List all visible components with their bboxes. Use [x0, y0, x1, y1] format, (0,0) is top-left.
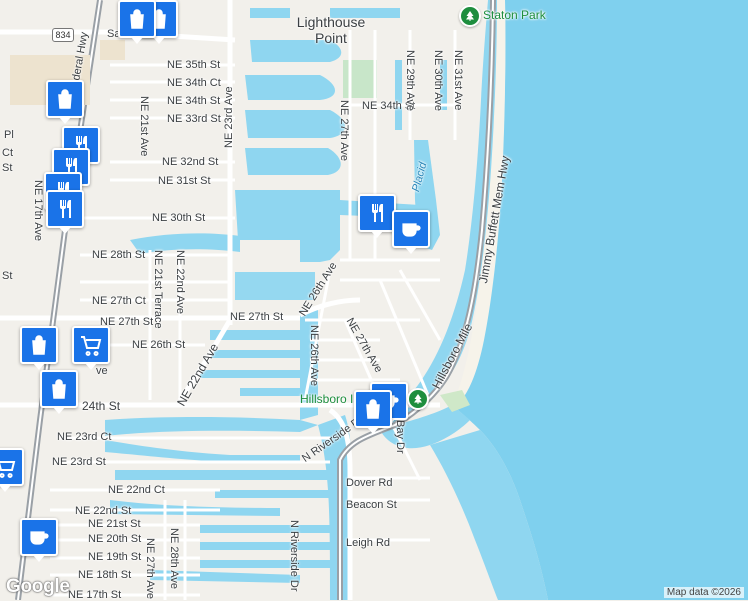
street-ne-34th-st: NE 34th St: [167, 95, 221, 107]
restaurant-icon[interactable]: [46, 190, 84, 234]
street-ne-27th-ct: NE 27th Ct: [92, 295, 146, 307]
street-pl-partial: Pl: [4, 129, 14, 141]
street-ne-33rd-st: NE 33rd St: [167, 113, 221, 125]
park-tree-icon[interactable]: [459, 5, 481, 27]
street-ne-22nd-ct: NE 22nd Ct: [108, 484, 165, 496]
street-st-partial-2: St: [2, 270, 13, 282]
street-ne-20th-st: NE 20th St: [88, 533, 142, 545]
street-ne-22nd-ave-north: NE 22nd Ave: [174, 250, 186, 315]
shopping-bag-icon[interactable]: [40, 370, 78, 414]
coffee-icon[interactable]: [392, 210, 430, 254]
coffee-icon[interactable]: [20, 518, 58, 562]
street-ne-29th-ave: NE 29th Ave: [404, 50, 416, 111]
street-ne-21st-terrace: NE 21st Terrace: [152, 250, 164, 329]
street-st-partial-1: St: [2, 162, 13, 174]
street-ne-32nd-st: NE 32nd St: [162, 156, 219, 168]
street-ne-30th-ave: NE 30th Ave: [432, 50, 444, 111]
street-24th-st: 24th St: [82, 399, 121, 413]
shopping-bag-icon[interactable]: [118, 0, 156, 44]
street-ne-30th-st: NE 30th St: [152, 212, 206, 224]
street-bay-dr: Bay Dr: [394, 420, 406, 454]
park-tree-icon[interactable]: [407, 388, 429, 410]
street-ne-28th-st: NE 28th St: [92, 249, 146, 261]
street-ne-17th-ave: NE 17th Ave: [32, 180, 44, 241]
grocery-cart-icon[interactable]: [72, 326, 110, 370]
street-ne-34th-ct: NE 34th Ct: [167, 77, 221, 89]
street-ne-19th-st: NE 19th St: [88, 551, 142, 563]
street-ne-31st-ave: NE 31st Ave: [452, 50, 464, 111]
grocery-cart-icon[interactable]: [0, 448, 24, 492]
street-ne-23rd-ct: NE 23rd Ct: [57, 431, 112, 443]
street-ne-22nd-st: NE 22nd St: [75, 505, 132, 517]
street-ve-partial: ve: [96, 365, 108, 377]
park-green: [343, 60, 377, 98]
street-ne-28th-ave-sw: NE 28th Ave: [168, 528, 180, 589]
street-ne-21st-ave: NE 21st Ave: [138, 96, 150, 157]
street-n-riverside-dr-south: N Riverside Dr: [288, 520, 300, 592]
map-attribution[interactable]: Map data ©2026: [663, 587, 744, 598]
street-leigh-rd: Leigh Rd: [346, 537, 391, 549]
street-ne-27th-ave-sw: NE 27th Ave: [144, 538, 156, 599]
street-ct-partial: Ct: [2, 147, 13, 159]
street-ne-35th-st: NE 35th St: [167, 59, 221, 71]
restaurant-icon[interactable]: [358, 194, 396, 238]
street-beacon-st: Beacon St: [346, 499, 397, 511]
google-logo: Google: [6, 576, 70, 597]
street-dover-rd: Dover Rd: [346, 477, 393, 489]
street-ne-27th-st-east: NE 27th St: [230, 311, 284, 323]
city-label-line1: Lighthouse: [296, 14, 366, 30]
street-ne-23rd-ave: NE 23rd Ave: [223, 86, 235, 148]
shopping-bag-icon[interactable]: [20, 326, 58, 370]
street-ne-26th-st: NE 26th St: [132, 339, 186, 351]
shopping-bag-icon[interactable]: [46, 80, 84, 124]
street-ne-26th-ave-south: NE 26th Ave: [308, 325, 320, 386]
street-ne-21st-st: NE 21st St: [88, 518, 141, 530]
street-ne-23rd-st: NE 23rd St: [52, 456, 106, 468]
street-ne-18th-st: NE 18th St: [78, 569, 132, 581]
route-shield-834: 834: [52, 28, 74, 42]
park-label-staton: Staton Park: [483, 8, 546, 22]
street-ne-27th-ave-north: NE 27th Ave: [338, 100, 350, 161]
street-ne-17th-st: NE 17th St: [68, 589, 122, 601]
shopping-bag-icon[interactable]: [354, 390, 392, 434]
city-label-line2: Point: [315, 30, 347, 46]
street-ne-31st-st: NE 31st St: [158, 175, 211, 187]
